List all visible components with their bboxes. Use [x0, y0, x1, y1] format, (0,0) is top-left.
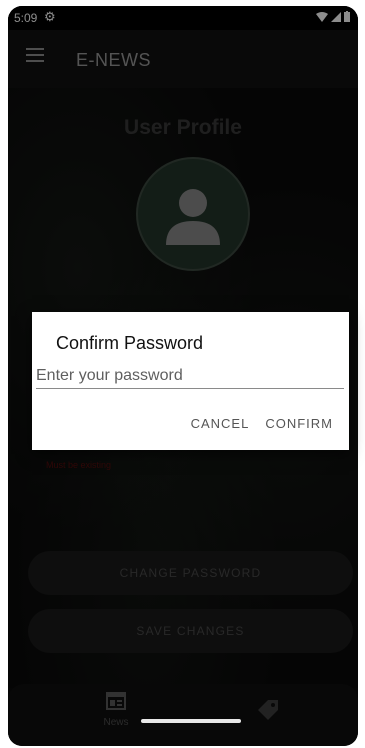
confirm-button[interactable]: CONFIRM: [265, 416, 333, 431]
confirm-password-dialog: Confirm Password CANCEL CONFIRM: [32, 312, 349, 450]
dialog-title: Confirm Password: [56, 333, 204, 353]
dialog-actions: CANCEL CONFIRM: [191, 416, 333, 431]
password-input[interactable]: [36, 364, 344, 389]
home-gesture-bar[interactable]: [141, 719, 241, 723]
cancel-button[interactable]: CANCEL: [191, 416, 250, 431]
